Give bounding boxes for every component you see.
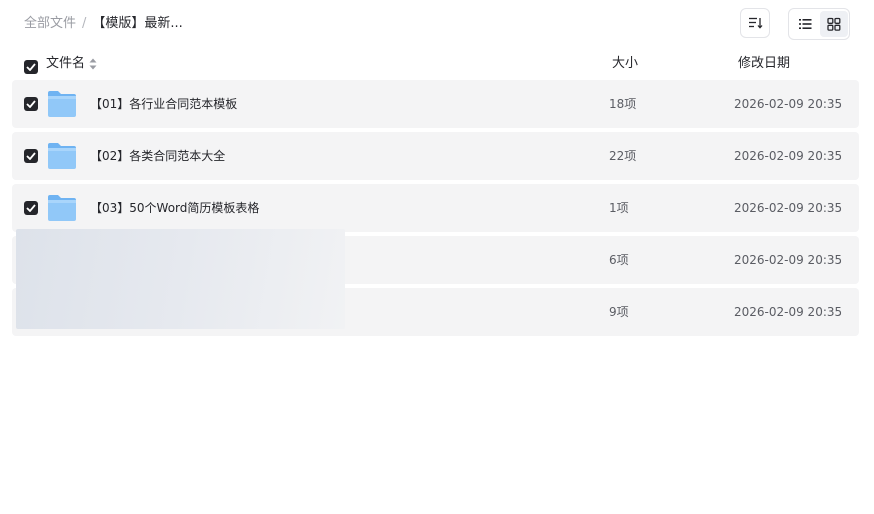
file-size: 18项 [609,97,637,111]
checkmark-icon [26,204,36,212]
folder-icon [48,143,76,169]
folder-icon [48,91,76,117]
file-size: 9项 [609,305,629,319]
checkmark-icon [26,100,36,108]
grid-view-icon [827,17,841,31]
file-modified-date: 2026-02-09 20:35 [734,149,843,163]
file-name[interactable]: 【03】50个Word简历模板表格 [90,199,259,217]
file-modified-date: 2026-02-09 20:35 [734,97,843,111]
file-modified-date: 2026-02-09 20:35 [734,201,843,215]
file-size: 1项 [609,201,629,215]
breadcrumb-separator: / [82,16,87,31]
file-modified-date: 2026-02-09 20:35 [734,253,843,267]
file-name[interactable]: 【01】各行业合同范本模板 [90,95,237,113]
file-list-header: 文件名 大小 修改日期 [0,50,874,78]
file-size: 22项 [609,149,637,163]
view-toggle [788,8,850,40]
grid-view-button[interactable] [820,11,848,37]
folder-icon [48,195,76,221]
file-size: 6项 [609,253,629,267]
row-checkbox[interactable] [24,149,38,163]
file-name[interactable]: 【02】各类合同范本大全 [90,147,225,165]
column-header-size: 大小 [612,56,639,71]
select-all-checkbox[interactable] [24,60,38,74]
list-view-button[interactable] [791,11,819,37]
file-row[interactable]: 【01】各行业合同范本模板 18项 2026-02-09 20:35 [12,80,859,128]
checkmark-icon [26,152,36,160]
breadcrumb-current: 【模版】最新... [92,16,183,31]
sort-button[interactable] [740,8,770,38]
sort-toggle-icon[interactable] [89,58,97,70]
list-view-icon [799,19,812,29]
file-row[interactable]: 【03】50个Word简历模板表格 1项 2026-02-09 20:35 [12,184,859,232]
redaction-overlay [16,229,345,329]
breadcrumb: 全部文件 / 【模版】最新... [24,15,183,33]
breadcrumb-root-link[interactable]: 全部文件 [24,16,76,31]
checkmark-icon [26,63,36,71]
column-header-name[interactable]: 文件名 [46,50,85,78]
sort-icon [749,17,763,29]
top-bar: 全部文件 / 【模版】最新... [0,0,874,46]
column-header-date: 修改日期 [738,56,791,71]
file-modified-date: 2026-02-09 20:35 [734,305,843,319]
file-row[interactable]: 【02】各类合同范本大全 22项 2026-02-09 20:35 [12,132,859,180]
row-checkbox[interactable] [24,201,38,215]
row-checkbox[interactable] [24,97,38,111]
